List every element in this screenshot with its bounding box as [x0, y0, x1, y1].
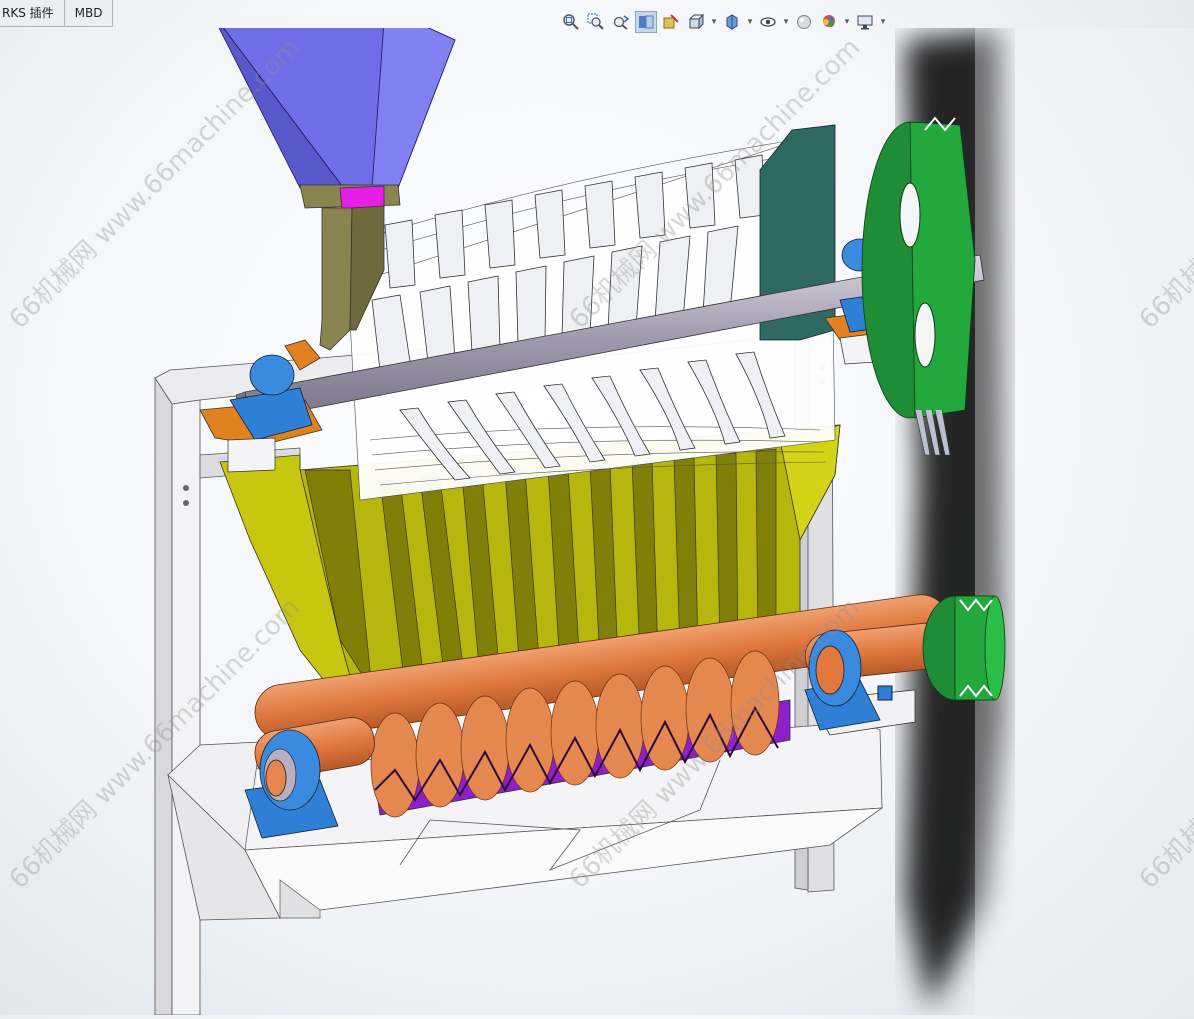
upper-pulley — [861, 116, 976, 456]
apply-scene-dropdown-icon[interactable]: ▾ — [843, 17, 851, 27]
graphics-area[interactable]: 66机械网 www.66machine.com 66机械网 www.66mach… — [0, 7, 1194, 1016]
tab-solidworks-addins[interactable]: RKS 插件 — [0, 0, 65, 27]
upper-left-bearing — [199, 339, 323, 473]
view-orientation-dropdown-icon[interactable]: ▾ — [710, 17, 718, 27]
lower-pulley — [922, 595, 1006, 701]
tab-mbd[interactable]: MBD — [64, 0, 114, 27]
view-settings-dropdown-icon[interactable]: ▾ — [879, 17, 887, 27]
hide-show-dropdown-icon[interactable]: ▾ — [782, 17, 790, 27]
cad-model-view: 66机械网 www.66machine.com 66机械网 www.66mach… — [4, 7, 1194, 1016]
display-style-dropdown-icon[interactable]: ▾ — [746, 17, 754, 27]
watermark-text: 66机械网 www.66machine.com — [4, 33, 306, 335]
command-tabs: RKS 插件 MBD — [0, 0, 114, 28]
